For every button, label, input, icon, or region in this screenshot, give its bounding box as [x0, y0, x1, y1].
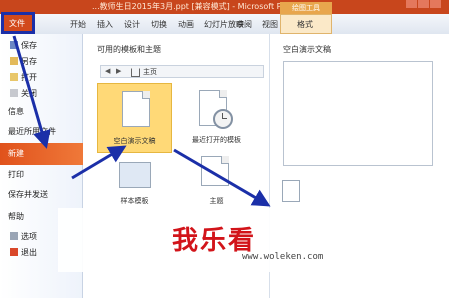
arrow-to-new: [12, 35, 51, 149]
arrow-to-blank: [71, 145, 127, 180]
watermark: 我乐看 www.woleken.com: [58, 208, 449, 272]
arrow-to-create: [173, 148, 271, 207]
watermark-url: www.woleken.com: [242, 252, 324, 262]
